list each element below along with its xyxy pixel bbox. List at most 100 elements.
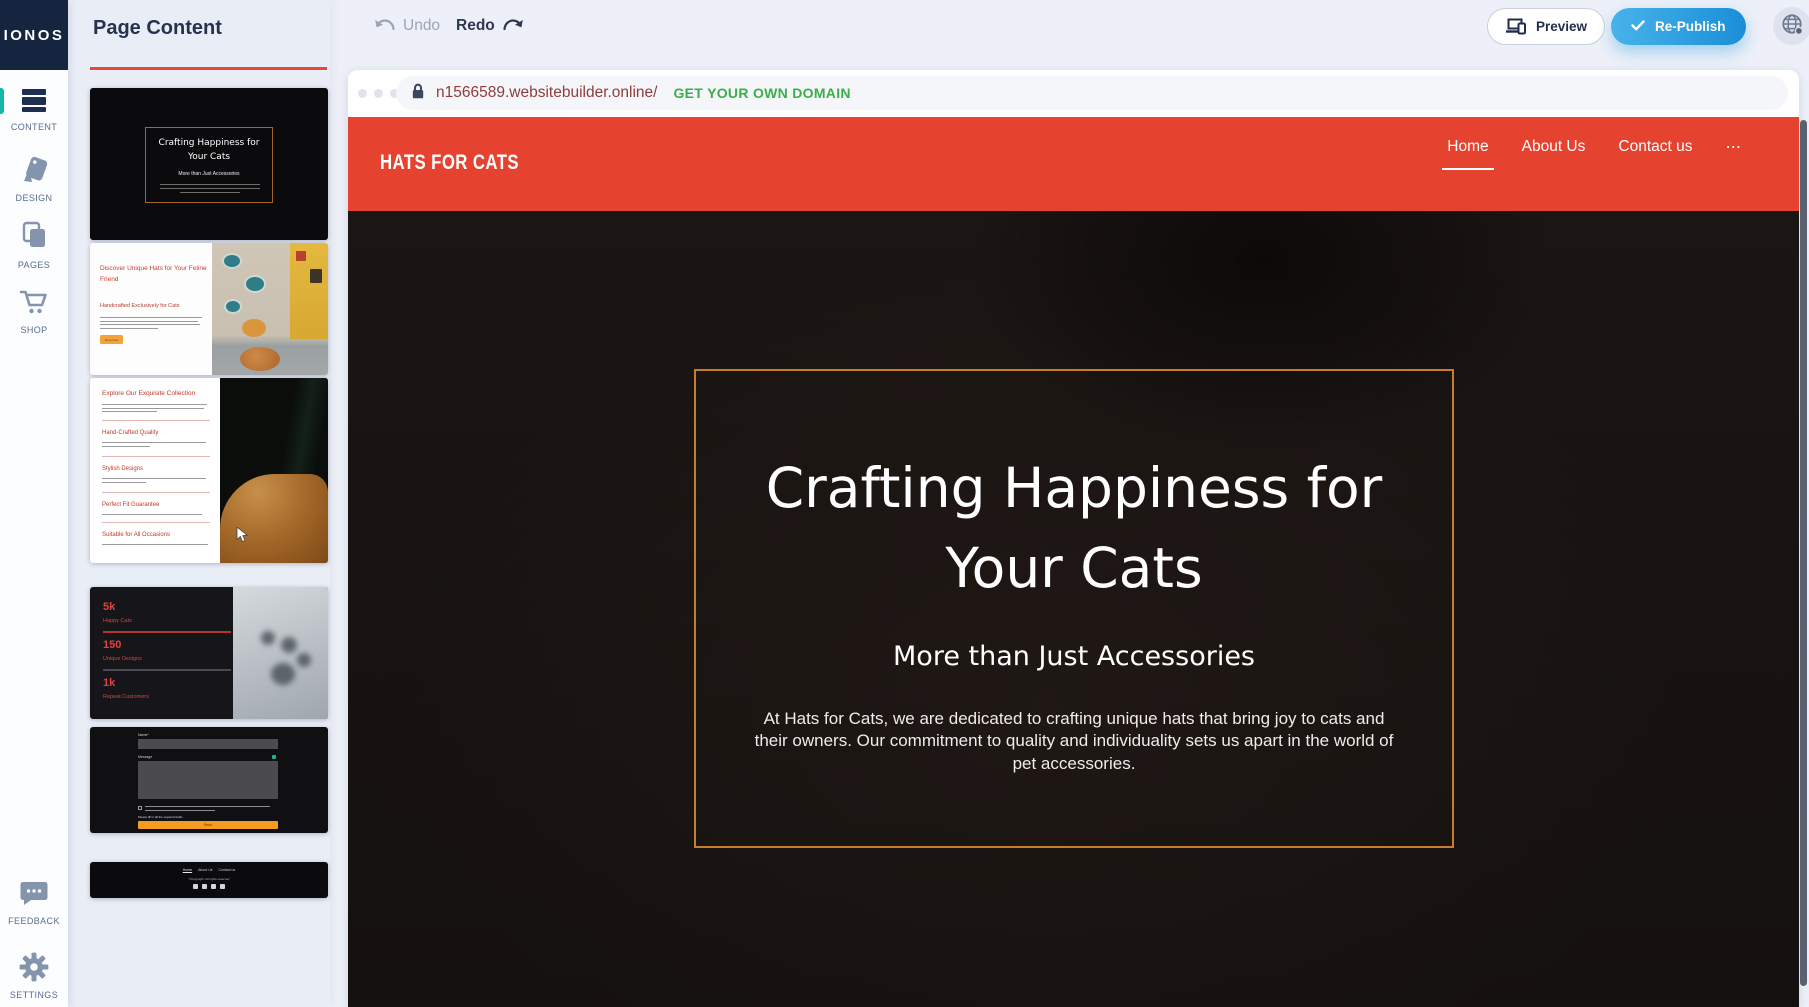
sidebar-item-pages[interactable]: PAGES (0, 220, 68, 270)
redo-label: Redo (456, 17, 495, 35)
sidebar-item-design[interactable]: DESIGN (0, 153, 68, 203)
stat-label: Happy Cats (103, 618, 132, 624)
text-placeholder-line (100, 328, 158, 329)
thumbnail-features-subheading: Handcrafted Exclusively for Cats (100, 303, 210, 309)
footer-nav: Home About Us Contact us (90, 868, 328, 872)
sidebar-item-label: CONTENT (0, 122, 68, 132)
sidebar-item-label: SETTINGS (0, 990, 68, 1000)
divider (102, 492, 210, 493)
paw-toe (281, 637, 297, 653)
thumbnail-features-heading: Discover Unique Hats for Your Feline Fri… (100, 263, 208, 285)
app-sidebar: IONOS CONTENT DESIGN (0, 0, 68, 1007)
divider (102, 420, 210, 421)
sidebar-item-feedback[interactable]: FEEDBACK (0, 878, 68, 926)
sidebar-item-content[interactable]: CONTENT (0, 86, 68, 132)
browser-traffic-dots (358, 89, 399, 98)
photo-dish (242, 319, 266, 337)
footer-social-icons (90, 884, 328, 889)
photo-bowl (224, 299, 242, 314)
paw-toe (261, 631, 275, 645)
text-placeholder-line (102, 514, 202, 515)
stat-label: Repeat Customers (103, 694, 149, 700)
browser-chrome: n1566589.websitebuilder.online/ GET YOUR… (348, 70, 1799, 117)
section-thumbnail-collection[interactable]: Explore Our Exquisite Collection Hand-Cr… (90, 378, 328, 563)
section-thumbnail-hero[interactable]: Crafting Happiness for Your Cats More th… (90, 88, 328, 240)
globe-icon (1780, 12, 1804, 41)
hero-title: Crafting Happiness for Your Cats (696, 449, 1452, 609)
site-header: HATS FOR CATS Home About Us Contact us ⋯ (348, 117, 1799, 211)
site-logo[interactable]: HATS FOR CATS (380, 151, 519, 175)
thumbnail-hero-title: Crafting Happiness for Your Cats (152, 137, 266, 165)
section-thumbnail-features[interactable]: Discover Unique Hats for Your Feline Fri… (90, 243, 328, 375)
text-placeholder-line (145, 806, 270, 807)
text-placeholder-line (160, 184, 260, 185)
site-hero-section[interactable]: Crafting Happiness for Your Cats More th… (348, 211, 1799, 1007)
redo-button[interactable]: Redo (456, 16, 524, 36)
form-send-button: Send (138, 821, 278, 829)
content-icon (20, 101, 48, 118)
browser-url-bar[interactable]: n1566589.websitebuilder.online/ GET YOUR… (396, 76, 1788, 110)
site-nav-contact[interactable]: Contact us (1618, 138, 1692, 157)
site-nav-more-icon[interactable]: ⋯ (1726, 138, 1742, 157)
section-thumbnail-stats[interactable]: 5k Happy Cats 150 Unique Designs 1k Repe… (90, 587, 328, 719)
photo-dark-area (220, 378, 328, 480)
footer-link: About Us (198, 868, 212, 872)
divider (102, 456, 210, 457)
photo-bowl (222, 253, 242, 269)
social-icon (202, 884, 207, 889)
pages-icon (19, 239, 49, 256)
preview-label: Preview (1536, 19, 1587, 34)
page-content-panel: Page Content Crafting Happiness for Your… (68, 0, 330, 1007)
hero-title-line1: Crafting Happiness for (696, 449, 1452, 529)
sidebar-item-shop[interactable]: SHOP (0, 287, 68, 335)
form-helper-text: Please fill in all the required fields (138, 815, 183, 819)
sidebar-item-settings[interactable]: SETTINGS (0, 952, 68, 1000)
footer-copyright: ©Copyright. All rights reserved (90, 877, 328, 881)
site-url: n1566589.websitebuilder.online/ (436, 84, 657, 102)
section-thumbnail-form[interactable]: Name* Message Please fill in all the req… (90, 727, 328, 833)
text-placeholder-line (102, 408, 204, 409)
sidebar-item-label: DESIGN (0, 193, 68, 203)
hero-title-line2: Your Cats (696, 529, 1452, 609)
sidebar-item-label: PAGES (0, 260, 68, 270)
text-placeholder-line (102, 404, 207, 405)
text-placeholder-line (102, 482, 146, 483)
mouse-cursor (236, 527, 249, 548)
form-name-label: Name* (138, 733, 149, 737)
preview-button[interactable]: Preview (1487, 8, 1605, 45)
undo-button[interactable]: Undo (374, 16, 440, 36)
text-placeholder-line (102, 544, 208, 545)
photo-cat (240, 347, 280, 371)
thumbnail-collection-heading: Stylish Designs (102, 466, 214, 472)
thumbnail-collection-heading: Suitable for All Occasions (102, 532, 214, 538)
paw-pad (271, 663, 295, 685)
site-nav-about[interactable]: About Us (1522, 138, 1586, 157)
republish-button[interactable]: Re-Publish (1611, 8, 1746, 45)
text-placeholder-line (102, 442, 206, 443)
form-message-textarea (138, 761, 278, 799)
stat-label: Unique Designs (103, 656, 142, 662)
traffic-dot (374, 89, 383, 98)
panel-tab-indicator (90, 67, 327, 70)
form-attachment-icon (272, 755, 276, 759)
section-thumbnail-footer[interactable]: Home About Us Contact us ©Copyright. All… (90, 862, 328, 898)
text-placeholder-line (102, 478, 206, 479)
form-consent-checkbox (138, 806, 142, 810)
thumbnail-shop-now-button: Shop Now (100, 335, 123, 344)
preview-scrollbar[interactable] (1800, 120, 1807, 986)
form-message-label: Message (138, 755, 152, 759)
thumbnail-hero-subtitle: More than Just Accessories (146, 171, 272, 177)
text-placeholder-line (100, 321, 198, 322)
design-icon (19, 172, 49, 189)
site-nav-home[interactable]: Home (1447, 138, 1488, 157)
language-globe-button[interactable] (1773, 7, 1809, 45)
gear-icon (19, 969, 49, 986)
selection-outline[interactable]: Crafting Happiness for Your Cats More th… (694, 369, 1454, 848)
stat-value: 1k (103, 677, 115, 689)
panel-title: Page Content (93, 17, 222, 40)
text-placeholder-line (145, 810, 215, 811)
undo-label: Undo (403, 17, 440, 35)
social-icon (193, 884, 198, 889)
undo-icon (374, 16, 395, 36)
get-domain-link[interactable]: GET YOUR OWN DOMAIN (673, 85, 850, 101)
